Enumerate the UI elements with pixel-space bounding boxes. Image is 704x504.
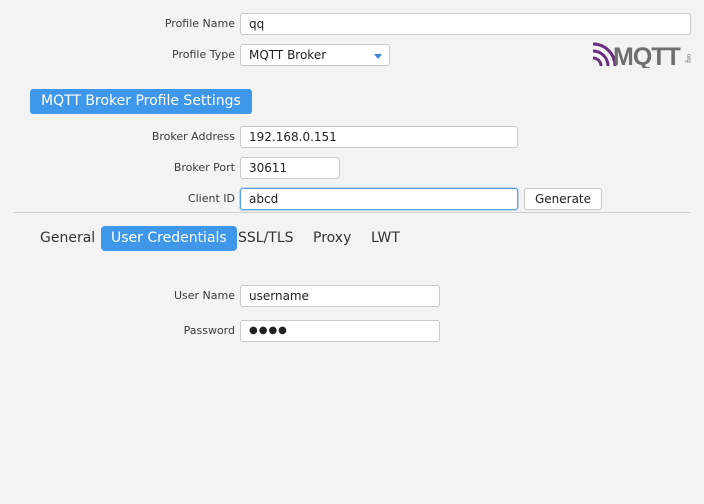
client-id-label: Client ID [187,192,235,205]
generate-button[interactable]: Generate [524,188,602,210]
tab-user-credentials[interactable]: User Credentials [101,226,237,251]
tab-general[interactable]: General [30,226,105,251]
divider [14,212,690,213]
username-input[interactable]: username [240,285,440,307]
password-input[interactable]: ●●●● [240,320,440,342]
broker-address-input[interactable]: 192.168.0.151 [240,126,518,148]
username-label: User Name [173,289,235,302]
chevron-down-icon [374,54,382,59]
broker-address-label: Broker Address [151,130,235,143]
profile-name-label: Profile Name [164,17,235,30]
mqtt-logo-text: MQTT [613,43,681,68]
client-id-input[interactable]: abcd [240,188,518,210]
password-label: Password [183,324,235,337]
mqtt-logo-icon: MQTT org [592,42,691,71]
mqtt-logo-sub: org [685,54,691,63]
profile-type-label: Profile Type [172,48,235,61]
profile-type-value: MQTT Broker [249,48,327,62]
profile-name-input[interactable]: qq [240,13,691,35]
tab-lwt[interactable]: LWT [361,226,410,251]
profile-type-select[interactable]: MQTT Broker [240,44,390,66]
broker-port-label: Broker Port [173,161,235,174]
tab-ssl-tls[interactable]: SSL/TLS [228,226,304,251]
mqtt-logo: MQTT org [592,42,691,71]
broker-port-input[interactable]: 30611 [240,157,340,179]
section-title: MQTT Broker Profile Settings [30,89,252,114]
tab-proxy[interactable]: Proxy [303,226,361,251]
